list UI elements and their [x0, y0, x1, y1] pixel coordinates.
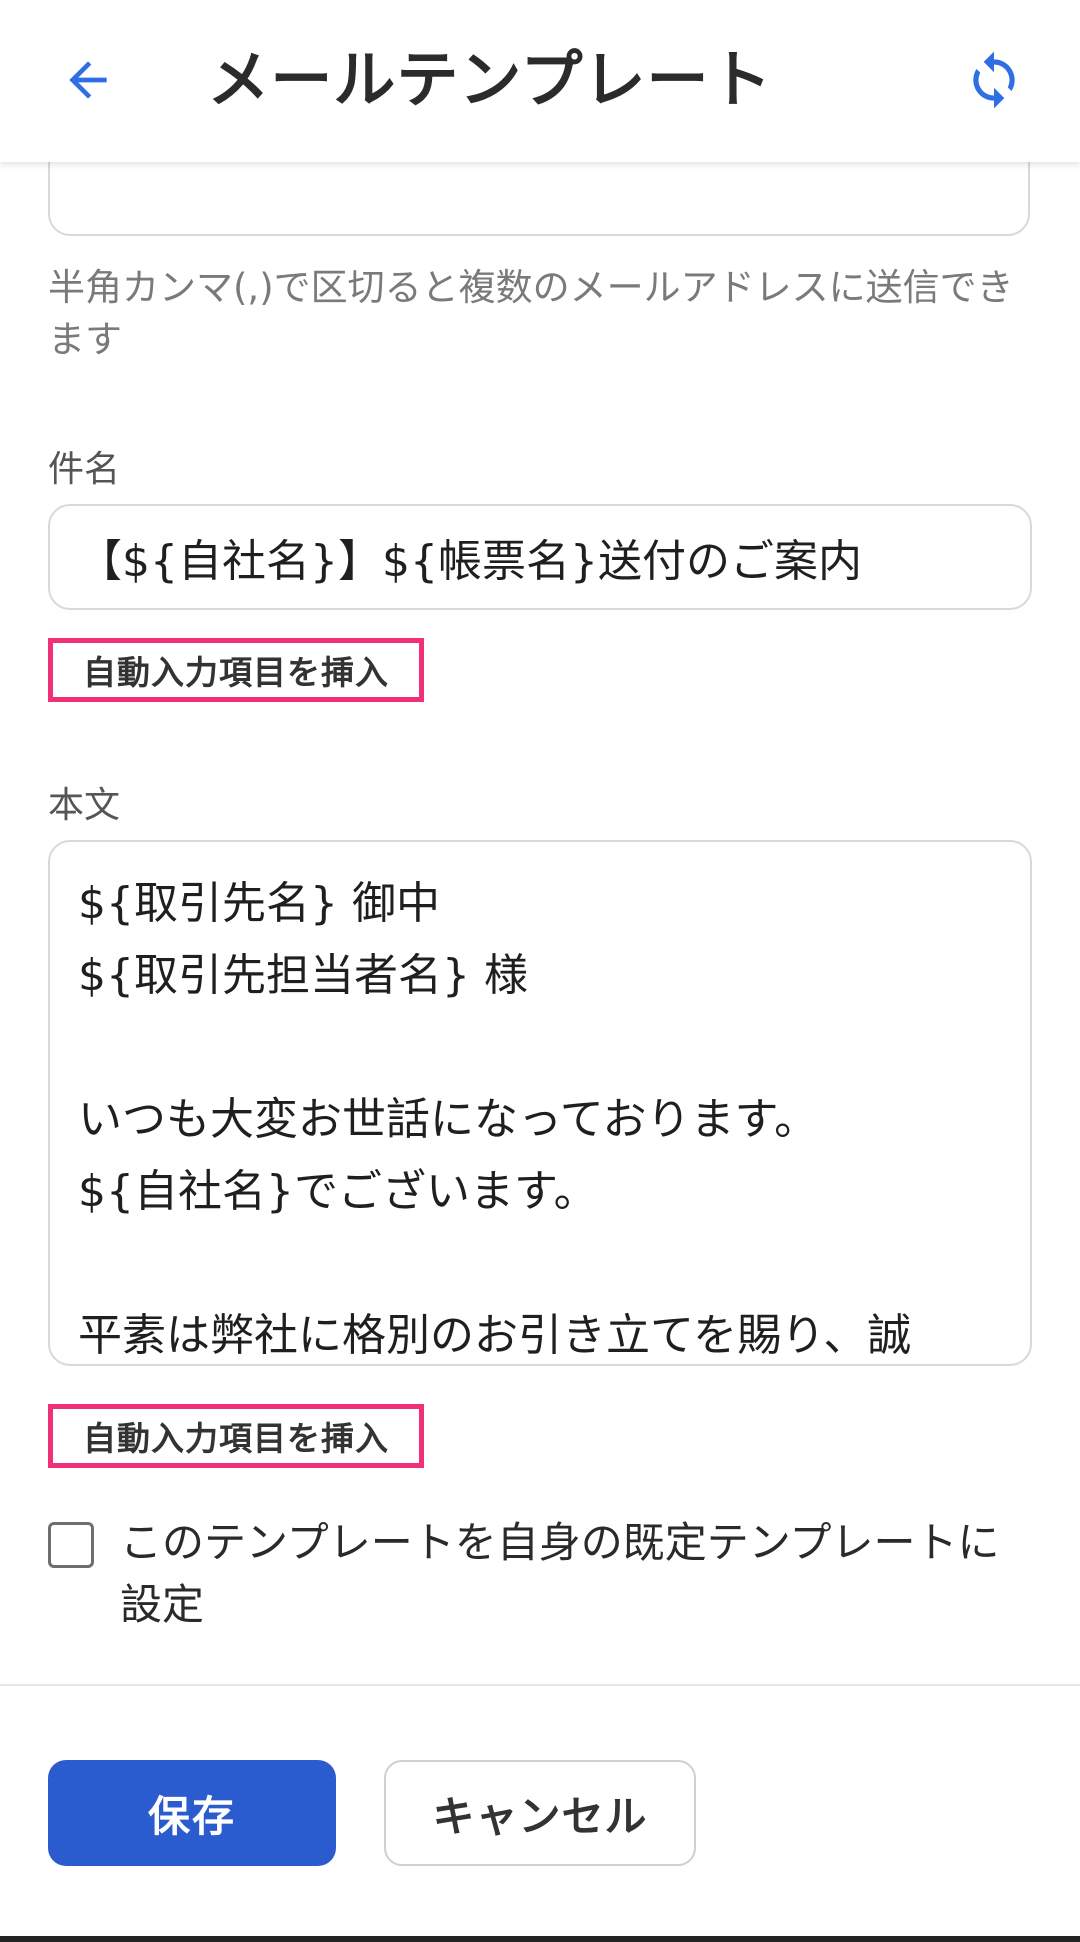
body-textarea[interactable]: ${取引先名} 御中 ${取引先担当者名} 様 いつも大変お世話になっております… — [48, 840, 1032, 1366]
body-line: 平素は弊社に格別のお引き立てを賜り、誠 — [78, 1310, 912, 1361]
insert-auto-field-button-subject[interactable]: 自動入力項目を挿入 — [48, 638, 424, 702]
body-line: いつも大変お世話になっております。 — [78, 1094, 819, 1145]
body-line — [78, 1012, 1002, 1084]
save-button[interactable]: 保存 — [48, 1760, 336, 1866]
back-button[interactable] — [52, 44, 124, 116]
refresh-icon — [973, 51, 1015, 109]
body-line — [78, 1228, 1002, 1300]
body-label: 本文 — [48, 785, 121, 826]
recipient-hint: 半角カンマ(,)で区切ると複数のメールアドレスに送信できます — [48, 266, 1014, 361]
cancel-button[interactable]: キャンセル — [384, 1760, 696, 1866]
body-line: ${取引先名} 御中 — [78, 878, 440, 929]
insert-auto-field-button-body[interactable]: 自動入力項目を挿入 — [48, 1404, 424, 1468]
page-title: メールテンプレート — [207, 43, 773, 116]
system-bottom-bar — [0, 1936, 1080, 1942]
subject-label: 件名 — [48, 449, 121, 490]
divider — [0, 1684, 1080, 1686]
body-line: ${取引先担当者名} 様 — [78, 950, 528, 1001]
default-template-option: このテンプレートを自身の既定テンプレートに設定 — [48, 1518, 1038, 1642]
refresh-button[interactable] — [954, 40, 1034, 120]
default-template-label: このテンプレートを自身の既定テンプレートに設定 — [120, 1518, 1000, 1629]
app-bar: メールテンプレート — [0, 0, 1080, 162]
subject-input[interactable] — [48, 504, 1032, 610]
body-line: ${自社名}でございます。 — [78, 1166, 598, 1217]
default-template-checkbox[interactable] — [48, 1522, 94, 1568]
arrow-left-icon — [69, 61, 107, 99]
